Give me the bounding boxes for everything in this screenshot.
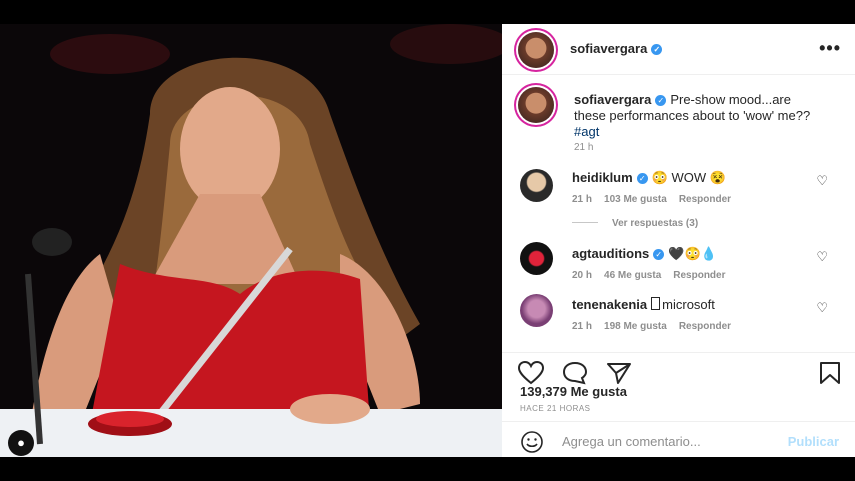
like-count[interactable]: 139,379 Me gusta xyxy=(520,384,627,399)
comment-text: 🖤😳💧 xyxy=(668,246,717,261)
author-username-text[interactable]: sofiavergara xyxy=(570,41,647,56)
comment-avatar[interactable] xyxy=(520,169,553,202)
post-timestamp[interactable]: HACE 21 HORAS xyxy=(520,404,591,413)
post-side-panel: sofiavergara ✓ ••• sofiavergara ✓ Pre-show … xyxy=(502,24,855,457)
comment-text-line: tenenakenia microsoft xyxy=(572,297,715,312)
comment-username[interactable]: tenenakenia xyxy=(572,297,647,312)
comment-likes[interactable]: 103 Me gusta xyxy=(604,194,667,205)
comment-like-heart-icon[interactable]: ♡ xyxy=(816,300,828,316)
author-username[interactable]: sofiavergara ✓ xyxy=(570,41,663,56)
post-caption: sofiavergara ✓ Pre-show mood...are these p… xyxy=(574,92,824,140)
more-dots-icon[interactable]: ••• xyxy=(819,38,841,59)
author-avatar[interactable] xyxy=(518,32,554,68)
caption-time: 21 h xyxy=(574,142,594,153)
comment-likes[interactable]: 198 Me gusta xyxy=(604,321,667,332)
comment-likes[interactable]: 46 Me gusta xyxy=(604,270,661,281)
comment-username[interactable]: heidiklum xyxy=(572,170,633,185)
missing-glyph-icon xyxy=(651,297,661,310)
comment-bubble-icon[interactable] xyxy=(562,361,588,385)
share-send-icon[interactable] xyxy=(606,361,632,385)
comment-like-heart-icon[interactable]: ♡ xyxy=(816,249,828,265)
comment-text: microsoft xyxy=(662,297,715,312)
verified-badge-icon: ✓ xyxy=(655,95,667,106)
reply-button[interactable]: Responder xyxy=(679,194,731,205)
post-header: sofiavergara ✓ ••• xyxy=(502,24,855,75)
comment-input[interactable]: Agrega un comentario... xyxy=(562,434,701,449)
user-tag-icon[interactable]: ● xyxy=(8,430,34,456)
comment-time: 20 h xyxy=(572,270,593,281)
reply-button[interactable]: Responder xyxy=(673,270,725,281)
verified-badge-icon: ✓ xyxy=(653,249,665,260)
instagram-post: ● sofiavergara ✓ ••• sofiavergara ✓ Pre-sho… xyxy=(0,24,855,457)
view-replies-link[interactable]: Ver respuestas (3) xyxy=(612,218,698,229)
bookmark-save-icon[interactable] xyxy=(819,361,841,385)
caption-username[interactable]: sofiavergara xyxy=(574,92,651,107)
comment-text: 😳 WOW 😵 xyxy=(651,170,726,185)
comment-avatar[interactable] xyxy=(520,294,553,327)
comment-avatar[interactable] xyxy=(520,242,553,275)
comment-like-heart-icon[interactable]: ♡ xyxy=(816,173,828,189)
comment-meta: 20 h 46 Me gusta Responder xyxy=(572,270,738,281)
caption-avatar[interactable] xyxy=(518,87,554,123)
emoji-icon[interactable] xyxy=(520,430,544,454)
verified-badge-icon: ✓ xyxy=(636,173,648,184)
comment-meta: 21 h 198 Me gusta Responder xyxy=(572,321,743,332)
verified-badge-icon: ✓ xyxy=(651,44,663,55)
comment-time: 21 h xyxy=(572,194,593,205)
comment-composer: Agrega un comentario... Publicar xyxy=(502,421,855,458)
photo-illustration xyxy=(0,24,502,457)
hashtag-link[interactable]: #agt xyxy=(574,124,599,139)
like-heart-icon[interactable] xyxy=(518,361,544,385)
comment-text-line: heidiklum ✓ 😳 WOW 😵 xyxy=(572,170,726,186)
reply-button[interactable]: Responder xyxy=(679,321,731,332)
view-replies-row[interactable]: Ver respuestas (3) xyxy=(572,218,710,229)
comment-meta: 21 h 103 Me gusta Responder xyxy=(572,194,743,205)
publish-button[interactable]: Publicar xyxy=(788,434,839,449)
comment-username[interactable]: agtauditions xyxy=(572,246,649,261)
comment-text-line: agtauditions ✓ 🖤😳💧 xyxy=(572,246,717,262)
post-photo[interactable]: ● xyxy=(0,24,502,457)
comment-time: 21 h xyxy=(572,321,593,332)
